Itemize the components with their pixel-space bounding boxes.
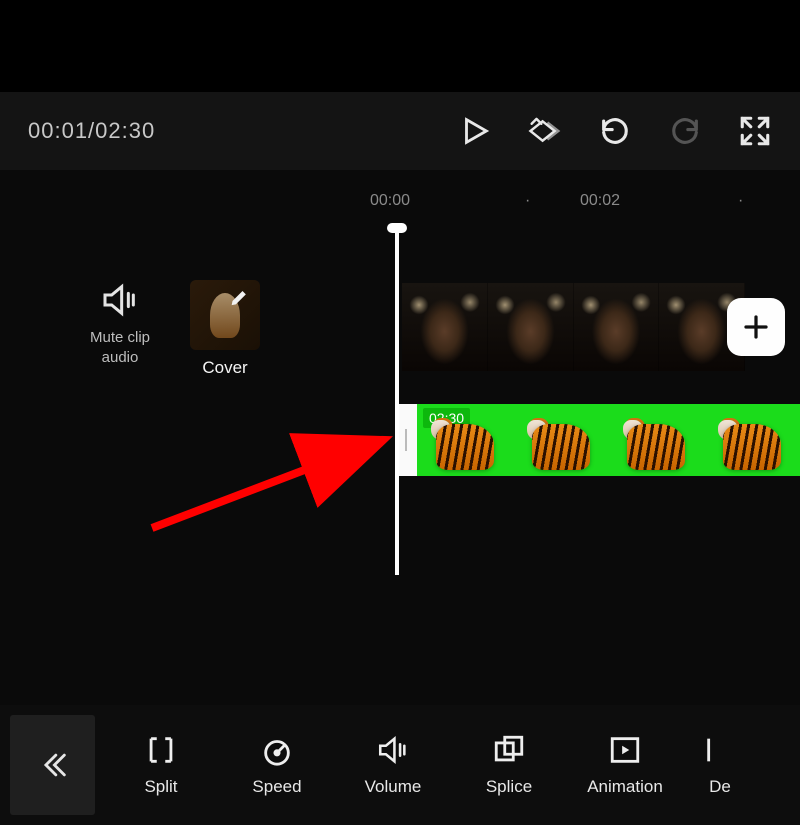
speaker-icon xyxy=(100,280,140,320)
tool-label: De xyxy=(709,777,731,797)
clip-frame xyxy=(513,404,609,476)
tool-label: Animation xyxy=(587,777,663,797)
overlay-track[interactable]: 02:30 xyxy=(395,404,800,476)
volume-tool[interactable]: Volume xyxy=(347,733,439,797)
add-keyframe-button[interactable] xyxy=(528,114,562,148)
tool-label: Splice xyxy=(486,777,532,797)
overlay-clip[interactable]: 02:30 xyxy=(417,404,800,476)
clip-frame xyxy=(488,283,574,371)
mute-label: Mute clip audio xyxy=(90,328,150,367)
playback-control-bar: 00:01/02:30 xyxy=(0,92,800,170)
speed-icon xyxy=(260,733,294,767)
animation-tool[interactable]: Animation xyxy=(579,733,671,797)
timeline-side-controls: Mute clip audio Cover xyxy=(90,280,260,378)
cover-label: Cover xyxy=(202,358,247,378)
cover-thumbnail xyxy=(190,280,260,350)
play-button[interactable] xyxy=(458,114,492,148)
tool-label: Volume xyxy=(365,777,422,797)
control-buttons xyxy=(458,114,772,148)
mute-clip-audio-button[interactable]: Mute clip audio xyxy=(90,280,150,367)
ruler-tick: 00:00 xyxy=(370,192,410,210)
timeline-ruler[interactable]: 00:00 · 00:02 · xyxy=(0,192,800,222)
ruler-dot: · xyxy=(738,192,743,210)
speed-tool[interactable]: Speed xyxy=(231,733,323,797)
clip-frame xyxy=(574,283,660,371)
fullscreen-button[interactable] xyxy=(738,114,772,148)
clip-frame xyxy=(704,404,800,476)
cover-button[interactable]: Cover xyxy=(190,280,260,378)
splice-icon xyxy=(492,733,526,767)
splice-tool[interactable]: Splice xyxy=(463,733,555,797)
time-display: 00:01/02:30 xyxy=(28,118,155,144)
animation-icon xyxy=(608,733,642,767)
clip-frame xyxy=(609,404,705,476)
main-video-track[interactable] xyxy=(402,283,745,371)
delete-icon xyxy=(703,733,737,767)
clip-frame xyxy=(402,283,488,371)
preview-area xyxy=(0,0,800,92)
add-clip-button[interactable] xyxy=(727,298,785,356)
tool-label: Speed xyxy=(252,777,301,797)
ruler-dot: · xyxy=(525,192,530,210)
clip-frame xyxy=(417,404,513,476)
split-icon xyxy=(144,733,178,767)
delete-tool[interactable]: De xyxy=(695,733,745,797)
playhead[interactable] xyxy=(395,225,399,575)
redo-button[interactable] xyxy=(668,114,702,148)
tools-row: Split Speed Volume Splice Animation De xyxy=(95,733,800,797)
annotation-arrow xyxy=(140,420,400,540)
timeline-area[interactable]: 00:00 · 00:02 · Mute clip audio Cover xyxy=(0,170,800,705)
ruler-tick: 00:02 xyxy=(580,192,620,210)
tool-label: Split xyxy=(144,777,177,797)
bottom-toolbar: Split Speed Volume Splice Animation De xyxy=(0,705,800,825)
split-tool[interactable]: Split xyxy=(115,733,207,797)
undo-button[interactable] xyxy=(598,114,632,148)
volume-icon xyxy=(376,733,410,767)
back-button[interactable] xyxy=(10,715,95,815)
